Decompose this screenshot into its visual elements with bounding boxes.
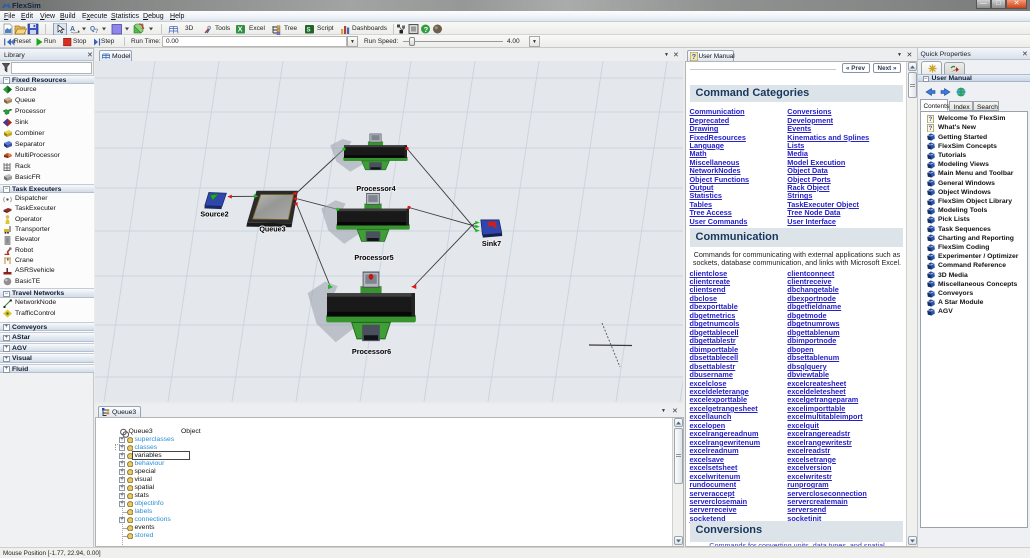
svg-text:?: ? — [691, 54, 695, 61]
svg-text:Processor6: Processor6 — [352, 347, 391, 356]
svg-text:Source2: Source2 — [200, 210, 228, 219]
svg-text:Queue3: Queue3 — [259, 225, 285, 234]
svg-text:Processor4: Processor4 — [356, 184, 395, 193]
svg-text:S: S — [307, 28, 311, 34]
svg-text:?: ? — [929, 117, 933, 123]
svg-text:Sink7: Sink7 — [482, 239, 501, 248]
svg-text:Processor5: Processor5 — [354, 253, 393, 262]
svg-text:?: ? — [95, 28, 99, 35]
svg-text:?: ? — [929, 126, 933, 132]
svg-text:X: X — [238, 27, 243, 34]
svg-text:A: A — [70, 26, 75, 33]
svg-text:?: ? — [424, 25, 429, 34]
